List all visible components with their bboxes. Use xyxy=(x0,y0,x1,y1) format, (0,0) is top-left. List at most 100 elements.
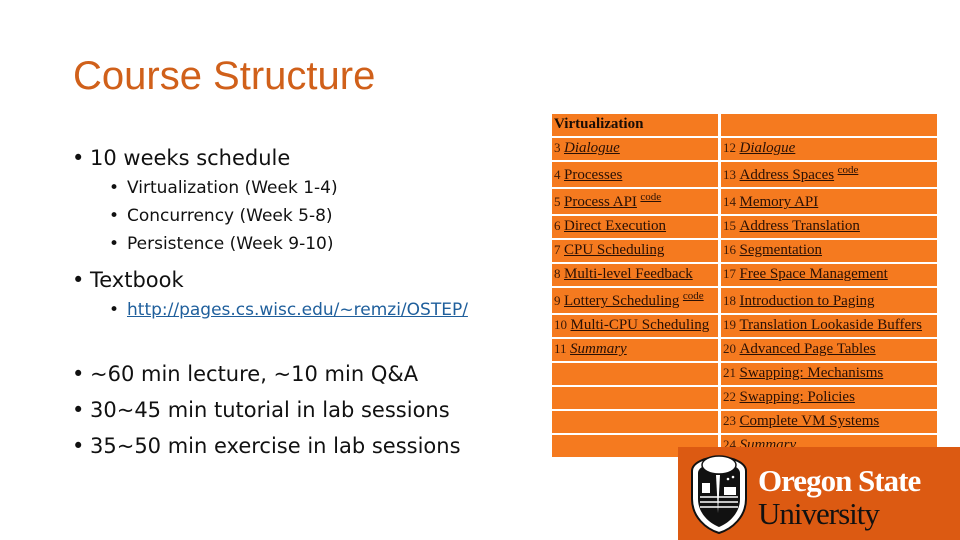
chapter-link[interactable]: Segmentation xyxy=(740,242,823,258)
toc-row: 23 Complete VM Systems xyxy=(552,411,937,433)
toc-cell: 15 Address Translation xyxy=(721,216,937,238)
bullet-text: 35~50 min exercise in lab sessions xyxy=(90,434,461,458)
chapter-number: 8 xyxy=(554,266,561,281)
bullet-text: 10 weeks schedule xyxy=(90,146,291,170)
chapter-link[interactable]: Complete VM Systems xyxy=(740,413,880,429)
logo-line2: University xyxy=(758,496,880,531)
chapter-number: 15 xyxy=(723,218,736,233)
bullet-dot: • xyxy=(72,268,85,292)
logo-line1: Oregon State xyxy=(758,463,921,498)
toc-cell: 3 Dialogue xyxy=(552,138,718,160)
virtualization-toc-table: Virtualization 3 Dialogue 12 Dialogue 4 Pr… xyxy=(549,112,940,459)
toc-cell: 20 Advanced Page Tables xyxy=(721,339,937,361)
chapter-number: 21 xyxy=(723,365,736,380)
chapter-link[interactable]: Swapping: Policies xyxy=(740,389,855,405)
toc-cell: 10 Multi-CPU Scheduling xyxy=(552,315,718,337)
sub-bullet-virtualization: • Virtualization (Week 1-4) xyxy=(109,180,338,197)
chapter-number: 19 xyxy=(723,317,736,332)
toc-cell: 19 Translation Lookaside Buffers xyxy=(721,315,937,337)
toc-header-row: Virtualization xyxy=(552,114,937,136)
chapter-number: 18 xyxy=(723,293,736,308)
sub-bullet-textbook-link: • http://pages.cs.wisc.edu/~remzi/OSTEP/ xyxy=(109,302,468,319)
chapter-link[interactable]: CPU Scheduling xyxy=(564,242,664,258)
toc-row: 21 Swapping: Mechanisms xyxy=(552,363,937,385)
chapter-link[interactable]: Address Spaces xyxy=(740,167,835,183)
chapter-link[interactable]: Process API xyxy=(564,194,637,210)
toc-cell: 11 Summary xyxy=(552,339,718,361)
chapter-link[interactable]: Dialogue xyxy=(740,140,796,156)
chapter-number: 3 xyxy=(554,140,561,155)
chapter-link[interactable]: Swapping: Mechanisms xyxy=(740,365,884,381)
chapter-number: 17 xyxy=(723,266,736,281)
chapter-link[interactable]: Dialogue xyxy=(564,140,620,156)
bullet-text: Virtualization (Week 1-4) xyxy=(127,178,338,198)
slide-title: Course Structure xyxy=(73,54,376,98)
code-link[interactable]: code xyxy=(640,191,661,203)
toc-cell: 13 Address Spaces code xyxy=(721,162,937,187)
toc-cell: 18 Introduction to Paging xyxy=(721,288,937,313)
toc-cell: 12 Dialogue xyxy=(721,138,937,160)
toc-row: 8 Multi-level Feedback 17 Free Space Mana… xyxy=(552,264,937,286)
toc-row: 10 Multi-CPU Scheduling 19 Translation Lo… xyxy=(552,315,937,337)
bullet-text: ~60 min lecture, ~10 min Q&A xyxy=(90,362,419,386)
toc-cell: 9 Lottery Scheduling code xyxy=(552,288,718,313)
code-link[interactable]: code xyxy=(683,290,704,302)
toc-cell: 17 Free Space Management xyxy=(721,264,937,286)
chapter-link[interactable]: Address Translation xyxy=(740,218,860,234)
bullet-textbook: • Textbook xyxy=(72,270,184,291)
chapter-number: 22 xyxy=(723,389,736,404)
toc-row: 3 Dialogue 12 Dialogue xyxy=(552,138,937,160)
bullet-tutorial: • 30~45 min tutorial in lab sessions xyxy=(72,400,450,421)
chapter-link[interactable]: Lottery Scheduling xyxy=(564,293,679,309)
toc-cell: 5 Process API code xyxy=(552,189,718,214)
bullet-dot: • xyxy=(109,178,120,198)
chapter-link[interactable]: Advanced Page Tables xyxy=(740,341,876,357)
toc-row: 4 Processes 13 Address Spaces code xyxy=(552,162,937,187)
chapter-number: 7 xyxy=(554,242,561,257)
chapter-number: 6 xyxy=(554,218,561,233)
toc-header: Virtualization xyxy=(552,114,718,136)
toc-row: 22 Swapping: Policies xyxy=(552,387,937,409)
sub-bullet-concurrency: • Concurrency (Week 5-8) xyxy=(109,208,333,225)
textbook-link[interactable]: http://pages.cs.wisc.edu/~remzi/OSTEP/ xyxy=(127,300,468,320)
bullet-dot: • xyxy=(109,300,120,320)
chapter-number: 5 xyxy=(554,194,561,209)
toc-row: 11 Summary 20 Advanced Page Tables xyxy=(552,339,937,361)
toc-cell: 6 Direct Execution xyxy=(552,216,718,238)
bullet-dot: • xyxy=(72,434,85,458)
toc-row: 5 Process API code 14 Memory API xyxy=(552,189,937,214)
bullet-dot: • xyxy=(109,206,120,226)
chapter-link[interactable]: Introduction to Paging xyxy=(740,293,875,309)
toc-row: 9 Lottery Scheduling code 18 Introduction… xyxy=(552,288,937,313)
toc-header-empty xyxy=(721,114,937,136)
bullet-dot: • xyxy=(72,146,85,170)
code-link[interactable]: code xyxy=(838,164,859,176)
chapter-number: 13 xyxy=(723,167,736,182)
chapter-link[interactable]: Direct Execution xyxy=(564,218,666,234)
toc-cell: 4 Processes xyxy=(552,162,718,187)
chapter-number: 10 xyxy=(554,317,567,332)
logo-wordmark: Oregon State University xyxy=(758,463,921,531)
chapter-number: 9 xyxy=(554,293,561,308)
toc-cell: 16 Segmentation xyxy=(721,240,937,262)
toc-cell: 21 Swapping: Mechanisms xyxy=(721,363,937,385)
toc-cell: 7 CPU Scheduling xyxy=(552,240,718,262)
bullet-dot: • xyxy=(109,234,120,254)
chapter-link[interactable]: Free Space Management xyxy=(740,266,888,282)
toc-row: 6 Direct Execution 15 Address Translation xyxy=(552,216,937,238)
bullet-schedule: • 10 weeks schedule xyxy=(72,148,290,169)
bullet-dot: • xyxy=(72,398,85,422)
chapter-number: 20 xyxy=(723,341,736,356)
bullet-lecture: • ~60 min lecture, ~10 min Q&A xyxy=(72,364,418,385)
chapter-link[interactable]: Processes xyxy=(564,167,622,183)
toc-cell xyxy=(552,387,718,409)
beaver-shield-icon xyxy=(691,455,747,535)
chapter-link[interactable]: Translation Lookaside Buffers xyxy=(740,317,922,333)
bullet-exercise: • 35~50 min exercise in lab sessions xyxy=(72,436,461,457)
chapter-link[interactable]: Multi-CPU Scheduling xyxy=(571,317,710,333)
chapter-link[interactable]: Memory API xyxy=(740,194,819,210)
chapter-number: 16 xyxy=(723,242,736,257)
chapter-link[interactable]: Summary xyxy=(570,341,627,357)
bullet-text: Textbook xyxy=(90,268,184,292)
chapter-link[interactable]: Multi-level Feedback xyxy=(564,266,693,282)
